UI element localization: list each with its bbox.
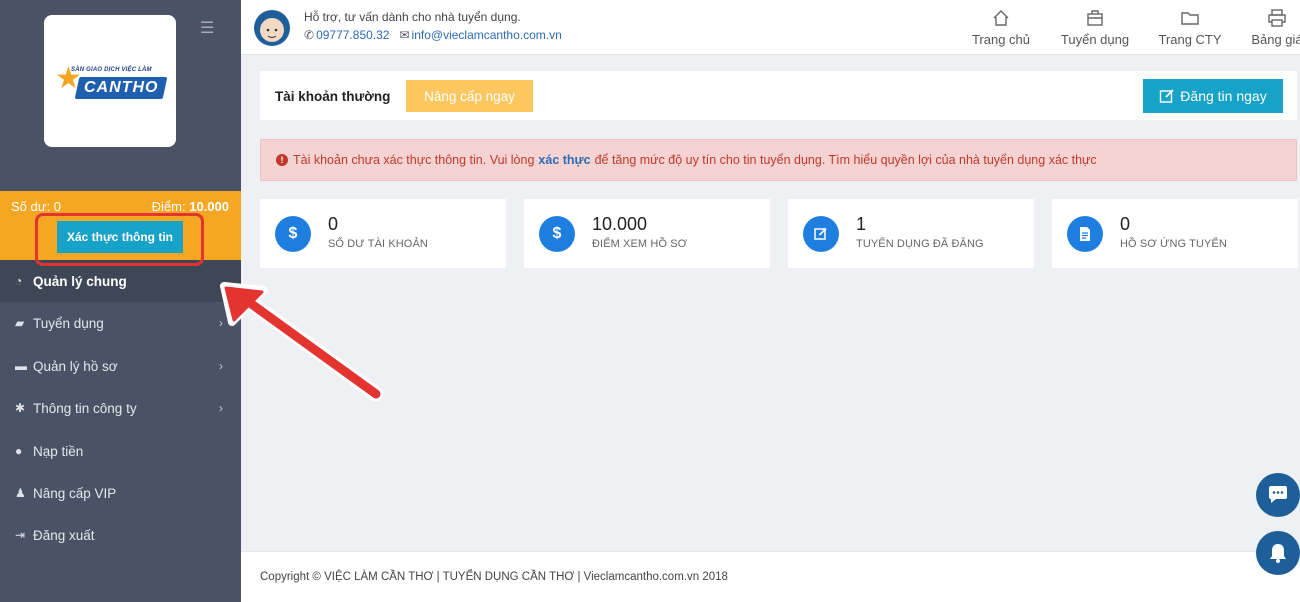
points-display: Điểm: 10.000 (151, 199, 229, 214)
stat-value: 0 (1120, 214, 1131, 234)
sidebar-item-label: Nạp tiền (33, 443, 84, 459)
home-icon (993, 10, 1009, 26)
stat-card-applications: 0 HỒ SƠ ỨNG TUYỂN (1052, 199, 1298, 268)
verify-info-button[interactable]: Xác thực thông tin (57, 221, 183, 253)
logo-name: CANTHO (84, 79, 159, 96)
document-icon (1067, 216, 1103, 252)
nav-pricing[interactable]: Bảng giá (1247, 8, 1300, 47)
gear-icon: ✱ (15, 401, 26, 415)
briefcase-icon (1087, 10, 1103, 26)
sidebar-item-label: Nâng cấp VIP (33, 485, 117, 501)
sidebar-item-logout[interactable]: ⇥ Đăng xuất (0, 514, 241, 556)
folder-icon: ▬ (15, 359, 27, 373)
stat-label: SỐ DƯ TÀI KHOẢN (328, 238, 428, 250)
chat-button[interactable] (1256, 473, 1300, 517)
nav-company-page[interactable]: Trang CTY (1155, 8, 1225, 47)
sidebar-item-recruitment[interactable]: ▰ Tuyển dụng › (0, 302, 241, 344)
stat-card-points: $ 10.000 ĐIỂM XEM HỒ SƠ (524, 199, 770, 268)
support-phone[interactable]: 09777.850.32 (316, 28, 389, 42)
stat-value: 10.000 (592, 214, 648, 234)
sidebar-item-label: Quản lý hồ sơ (33, 358, 118, 374)
balance-value: 0 (53, 199, 61, 214)
sign-out-icon: ⇥ (15, 528, 26, 542)
printer-icon (1268, 9, 1286, 27)
sidebar-item-vip[interactable]: ♟ Nâng cấp VIP (0, 472, 241, 514)
stat-label: ĐIỂM XEM HỒ SƠ (592, 238, 688, 250)
verify-link[interactable]: xác thực (538, 153, 590, 167)
nav-home[interactable]: Trang chủ (971, 8, 1031, 47)
alert-text-after: để tăng mức độ uy tín cho tin tuyển dụng… (594, 153, 1097, 167)
support-agent-icon (254, 10, 290, 46)
verification-alert: ! Tài khoản chưa xác thực thông tin. Vui… (260, 139, 1297, 181)
stat-value: 0 (328, 214, 339, 234)
dollar-icon: ● (15, 444, 23, 458)
edit-icon (803, 216, 839, 252)
sidebar-item-label: Thông tin công ty (33, 400, 137, 416)
stat-value: 1 (856, 214, 867, 234)
support-email[interactable]: info@vieclamcantho.com.vn (412, 28, 562, 42)
edit-icon (1160, 89, 1174, 103)
nav-pricing-label: Bảng giá (1251, 32, 1300, 47)
info-icon: ! (276, 154, 288, 166)
phone-icon: ✆ (304, 28, 315, 42)
stat-label: TUYỂN DỤNG ĐÃ ĐĂNG (856, 238, 984, 250)
support-contacts: ✆ 09777.850.32 ✉ info@vieclamcantho.com.vn (304, 28, 562, 42)
brand-logo[interactable]: ★ SÀN GIAO DỊCH VIỆC LÀM CANTHO (44, 15, 176, 147)
dollar-icon: $ (539, 216, 575, 252)
dashboard-icon: ◔ (15, 274, 23, 288)
account-bar: Tài khoản thường Nâng cấp ngay Đăng tin … (260, 71, 1297, 120)
sidebar-item-company[interactable]: ✱ Thông tin công ty › (0, 387, 241, 429)
balance-display: Số dư: 0 (11, 199, 61, 214)
stat-label: HỒ SƠ ỨNG TUYỂN (1120, 238, 1227, 250)
annotation-arrow (220, 282, 384, 402)
bell-icon (1270, 544, 1286, 563)
top-header: Hỗ trợ, tư vấn dành cho nhà tuyển dụng. … (241, 0, 1300, 55)
sidebar: ★ SÀN GIAO DỊCH VIỆC LÀM CANTHO ☰ Số dư:… (0, 0, 241, 602)
menu-toggle-icon[interactable]: ☰ (200, 18, 214, 38)
alert-text-before: Tài khoản chưa xác thực thông tin. Vui l… (293, 153, 535, 167)
envelope-icon: ✉ (399, 28, 410, 42)
chat-icon (1269, 486, 1287, 503)
nav-home-label: Trang chủ (971, 32, 1031, 47)
points-value: 10.000 (189, 199, 229, 214)
logo-tagline: SÀN GIAO DỊCH VIỆC LÀM (71, 67, 152, 73)
support-text: Hỗ trợ, tư vấn dành cho nhà tuyển dụng. (304, 10, 521, 24)
sidebar-item-dashboard[interactable]: ◔ Quản lý chung (0, 260, 241, 302)
post-job-button[interactable]: Đăng tin ngay (1143, 79, 1283, 113)
sidebar-item-label: Đăng xuất (33, 527, 95, 543)
stat-card-balance: $ 0 SỐ DƯ TÀI KHOẢN (260, 199, 506, 268)
nav-recruitment[interactable]: Tuyển dụng (1057, 8, 1133, 47)
notification-button[interactable] (1256, 531, 1300, 575)
footer: Copyright © VIỆC LÀM CẦN THƠ | TUYỂN DỤN… (241, 551, 1300, 602)
post-job-label: Đăng tin ngay (1180, 88, 1267, 104)
sidebar-item-topup[interactable]: ● Nạp tiền (0, 430, 241, 472)
user-icon: ♟ (15, 486, 26, 500)
briefcase-icon: ▰ (15, 316, 25, 330)
upgrade-now-button[interactable]: Nâng cấp ngay (406, 80, 533, 112)
account-type-label: Tài khoản thường (275, 89, 391, 104)
sidebar-item-label: Quản lý chung (33, 273, 127, 289)
nav-recruitment-label: Tuyển dụng (1060, 32, 1130, 47)
folder-icon (1181, 12, 1199, 25)
nav-company-page-label: Trang CTY (1158, 32, 1222, 47)
sidebar-item-label: Tuyển dụng (33, 315, 104, 331)
dollar-icon: $ (275, 216, 311, 252)
sidebar-item-profiles[interactable]: ▬ Quản lý hồ sơ › (0, 345, 241, 387)
copyright-text: Copyright © VIỆC LÀM CẦN THƠ | TUYỂN DỤN… (260, 571, 728, 583)
stat-card-posted-jobs: 1 TUYỂN DỤNG ĐÃ ĐĂNG (788, 199, 1034, 268)
